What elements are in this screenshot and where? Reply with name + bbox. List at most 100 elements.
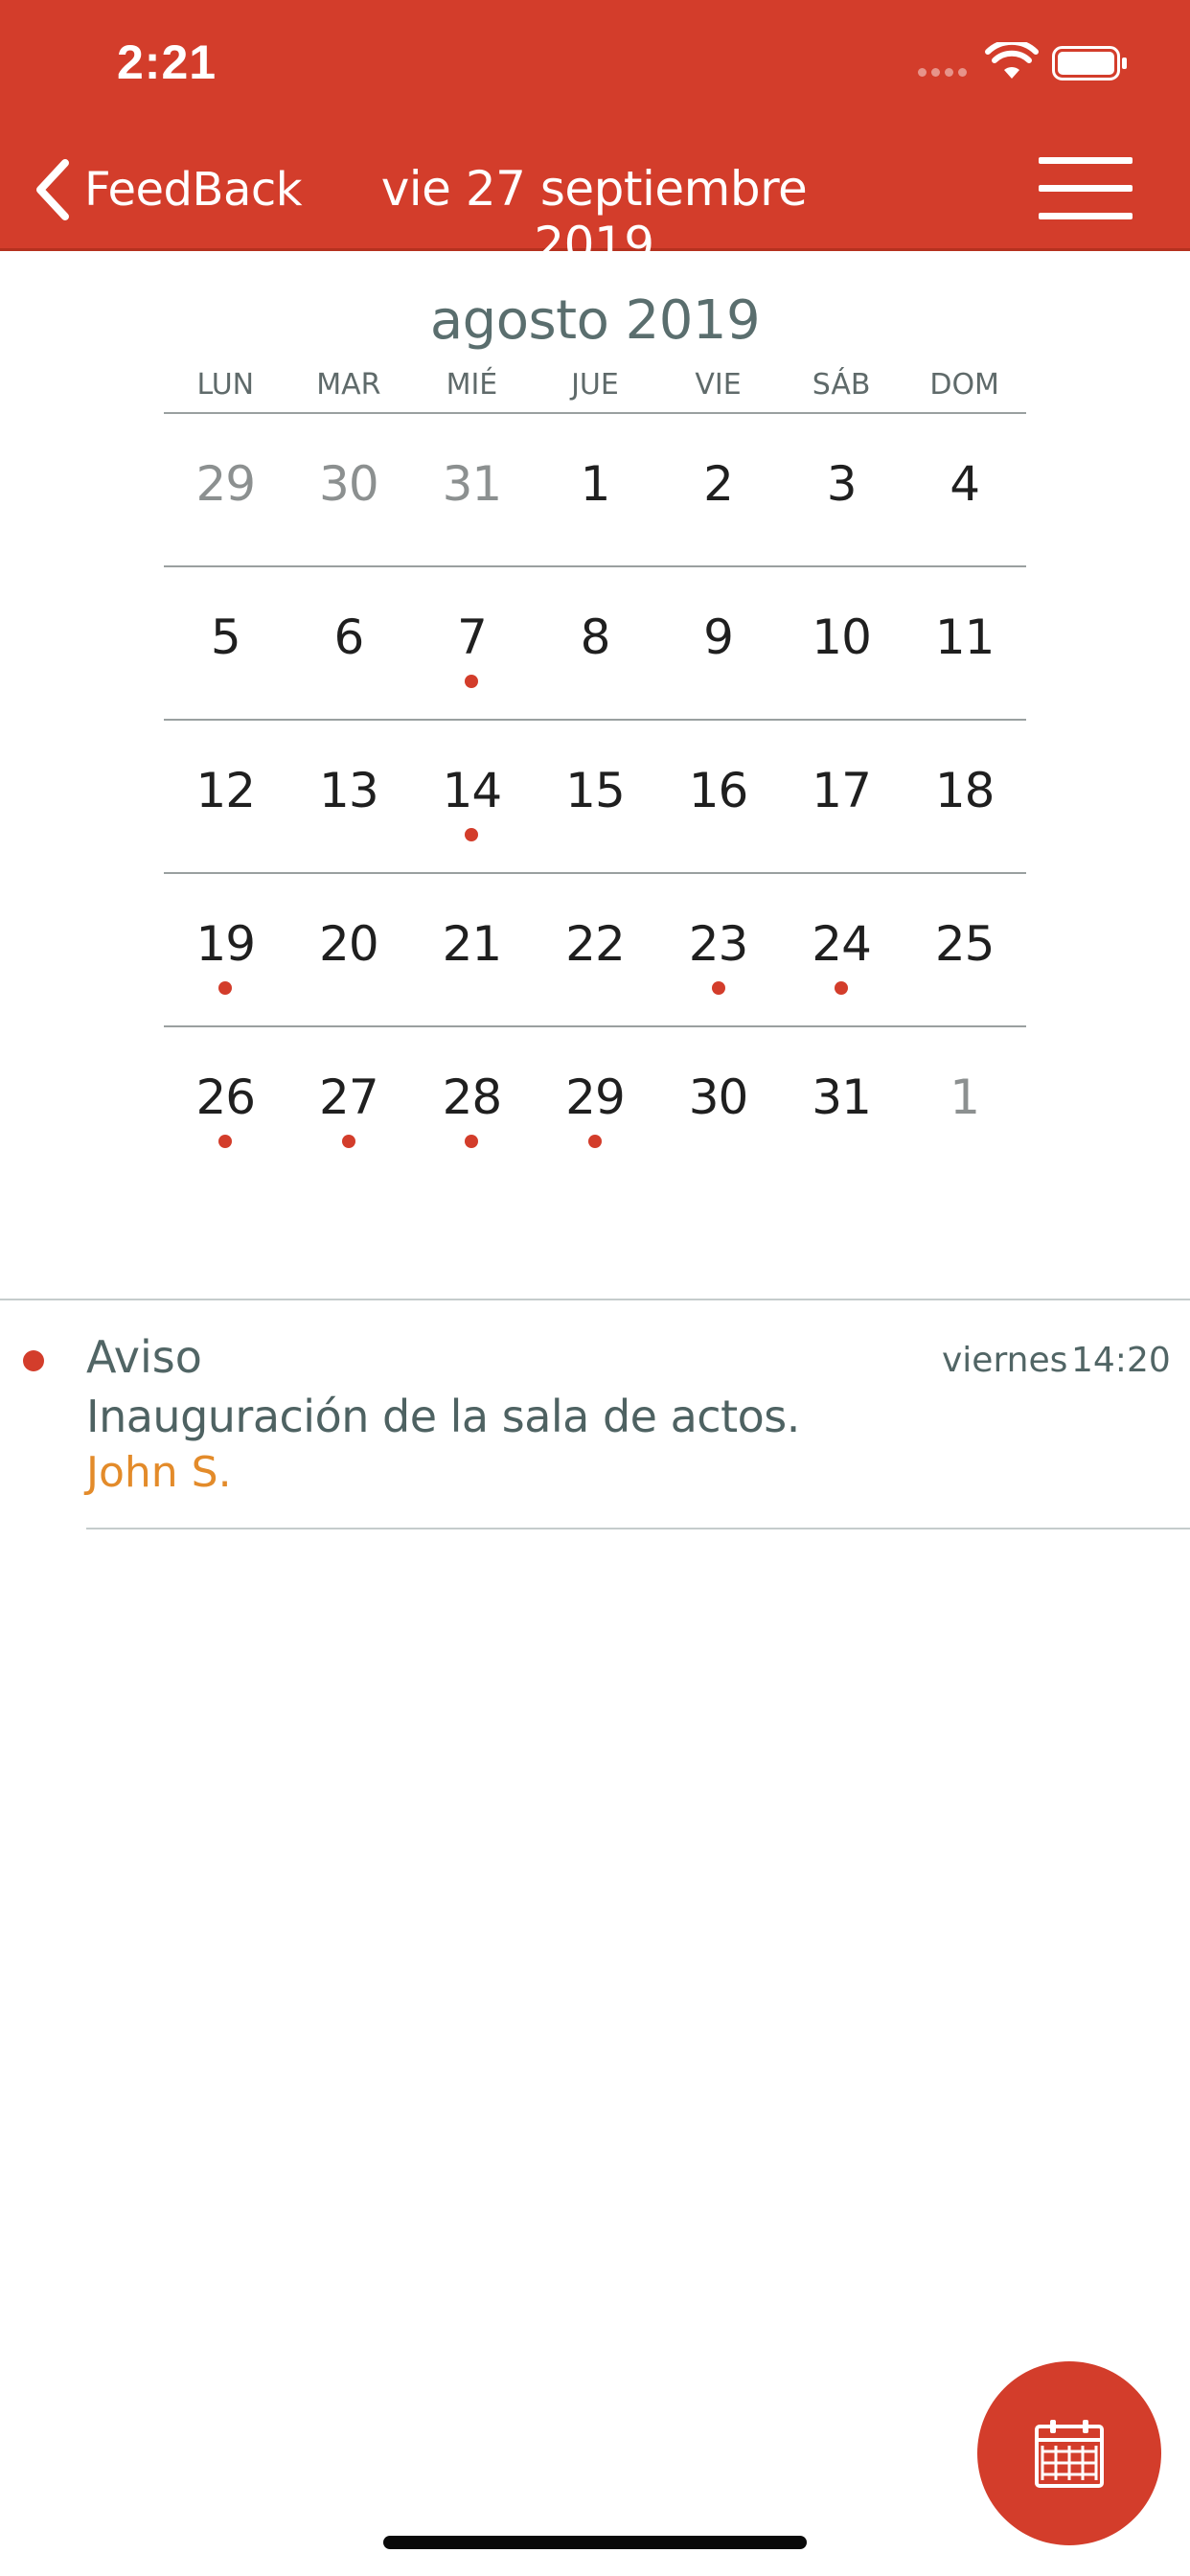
calendar-day-number: 9	[703, 610, 734, 665]
calendar-day[interactable]: 31	[780, 1027, 904, 1181]
calendar-day[interactable]: 17	[780, 721, 904, 874]
event-indicator-dot	[23, 1350, 44, 1371]
calendar-day-number: 1	[580, 456, 611, 512]
calendar-day-number: 27	[319, 1070, 379, 1125]
calendar-day-number: 19	[195, 916, 256, 972]
weekday-label: MIÉ	[446, 368, 498, 402]
calendar-day-number: 21	[442, 916, 503, 972]
calendar-day[interactable]: 31	[410, 414, 534, 567]
event-author: John S.	[86, 1448, 232, 1497]
event-indicator-dot	[587, 1135, 602, 1148]
calendar-day[interactable]: 12	[164, 721, 287, 874]
calendar-icon	[1035, 2420, 1104, 2488]
weekday-label: MAR	[316, 368, 381, 402]
event-time: 14:20	[1071, 1341, 1171, 1380]
calendar-day-number: 15	[565, 763, 626, 818]
calendar-day[interactable]: 30	[656, 1027, 780, 1181]
calendar-day[interactable]: 29	[164, 414, 287, 567]
calendar-day-number: 26	[195, 1070, 256, 1125]
calendar-day[interactable]: 24	[780, 874, 904, 1027]
calendar-day-number: 30	[688, 1070, 749, 1125]
calendar-day-number: 10	[812, 610, 872, 665]
hamburger-menu-icon[interactable]	[1039, 155, 1134, 222]
calendar-day-number: 13	[319, 763, 379, 818]
calendar-day[interactable]: 4	[903, 414, 1026, 567]
calendar-day-number: 11	[934, 610, 995, 665]
calendar-day[interactable]: 2	[656, 414, 780, 567]
calendar-day[interactable]: 14	[410, 721, 534, 874]
calendar-day[interactable]: 10	[780, 567, 904, 721]
calendar-day[interactable]: 28	[410, 1027, 534, 1181]
calendar-day-number: 18	[934, 763, 995, 818]
calendar-day-number: 20	[319, 916, 379, 972]
calendar-day[interactable]: 1	[534, 414, 657, 567]
calendar-week-row: 12 13 14 15 16 17 18	[164, 721, 1026, 874]
calendar-day-number: 4	[950, 456, 980, 512]
calendar-day-number: 3	[826, 456, 858, 512]
weekday-header: LUN MAR MIÉ JUE VIE SÁB DOM	[164, 368, 1026, 414]
calendar-day[interactable]: 29	[534, 1027, 657, 1181]
month-title: agosto 2019	[429, 289, 761, 352]
calendar-day[interactable]: 9	[656, 567, 780, 721]
calendar-day-number: 2	[703, 456, 734, 512]
calendar-day-number: 30	[319, 456, 379, 512]
battery-icon	[1052, 46, 1127, 80]
event-description: Inauguración de la sala de actos.	[86, 1391, 800, 1442]
cellular-signal-icon	[918, 68, 967, 77]
weekday-label: DOM	[929, 368, 999, 402]
status-time: 2:21	[117, 35, 217, 89]
calendar-day[interactable]: 30	[287, 414, 411, 567]
event-indicator-dot	[835, 981, 849, 995]
calendar-grid: 29 30 31 1 2 3 4 5 6 7 8 9 10 11 12 13 14 15 16 17 18 19 20 21 2…	[164, 414, 1026, 1181]
page-title: vie 27 septiembre 2019	[380, 161, 808, 272]
calendar-day-number: 17	[812, 763, 872, 818]
calendar-day[interactable]: 26	[164, 1027, 287, 1181]
event-list-item[interactable]: Aviso viernes 14:20 Inauguración de la s…	[0, 1300, 1190, 1530]
calendar-day-number: 22	[565, 916, 626, 972]
header-bar: 2:21 FeedBack vie 27 septiembre 2019	[0, 0, 1190, 272]
wifi-icon	[985, 42, 1039, 79]
calendar-day-number: 29	[565, 1070, 626, 1125]
calendar-day-number: 12	[195, 763, 256, 818]
calendar-week-row: 29 30 31 1 2 3 4	[164, 414, 1026, 567]
calendar-day-number: 25	[934, 916, 995, 972]
calendar-day[interactable]: 21	[410, 874, 534, 1027]
weekday-label: SÁB	[812, 368, 871, 402]
calendar-day[interactable]: 1	[903, 1027, 1026, 1181]
calendar-day-number: 1	[950, 1070, 980, 1125]
calendar-week-row: 26 27 28 29 30 31 1	[164, 1027, 1026, 1181]
calendar-day[interactable]: 11	[903, 567, 1026, 721]
calendar-day[interactable]: 19	[164, 874, 287, 1027]
calendar-day[interactable]: 20	[287, 874, 411, 1027]
calendar-day-number: 29	[195, 456, 256, 512]
calendar-week-row: 5 6 7 8 9 10 11	[164, 567, 1026, 721]
calendar-day[interactable]: 7	[410, 567, 534, 721]
calendar-day[interactable]: 6	[287, 567, 411, 721]
calendar-day[interactable]: 3	[780, 414, 904, 567]
event-type: Aviso	[86, 1331, 202, 1383]
calendar-day[interactable]: 22	[534, 874, 657, 1027]
app-screen: 2:21 FeedBack vie 27 septiembre 2019 ago…	[0, 0, 1190, 2576]
calendar-day[interactable]: 27	[287, 1027, 411, 1181]
calendar-day[interactable]: 8	[534, 567, 657, 721]
weekday-label: LUN	[196, 368, 255, 402]
calendar-day[interactable]: 5	[164, 567, 287, 721]
calendar-day-number: 23	[688, 916, 749, 972]
divider	[86, 1528, 1190, 1530]
back-button[interactable]: FeedBack	[33, 153, 303, 226]
calendar-day-number: 5	[210, 610, 241, 665]
event-day: viernes	[942, 1341, 1068, 1380]
chevron-left-icon	[36, 159, 69, 220]
calendar-day[interactable]: 25	[903, 874, 1026, 1027]
calendar-day-number: 14	[442, 763, 503, 818]
calendar-day[interactable]: 18	[903, 721, 1026, 874]
event-indicator-dot	[341, 1135, 355, 1148]
calendar-fab-button[interactable]	[977, 2361, 1161, 2545]
calendar-day-number: 6	[333, 610, 364, 665]
calendar-day[interactable]: 13	[287, 721, 411, 874]
calendar-day[interactable]: 15	[534, 721, 657, 874]
calendar-day-number: 7	[457, 610, 488, 665]
calendar-day[interactable]: 23	[656, 874, 780, 1027]
weekday-label: JUE	[571, 368, 619, 402]
calendar-day[interactable]: 16	[656, 721, 780, 874]
